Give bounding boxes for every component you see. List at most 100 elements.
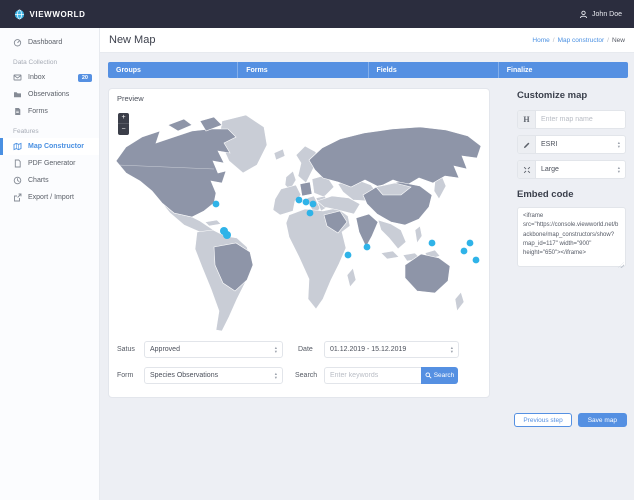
sidebar-item-pdf-generator[interactable]: PDF Generator — [0, 155, 99, 172]
user-icon — [579, 10, 588, 18]
map-icon — [13, 142, 22, 151]
page-icon — [14, 159, 21, 168]
map-size-value: Large — [541, 166, 559, 173]
preview-label: Preview — [117, 94, 144, 103]
embed-code-wrap: <iframe src="https://console.viewworld.n… — [517, 207, 626, 272]
tab-fields[interactable]: Fields — [369, 62, 499, 78]
sidebar-item-label: Export / Import — [28, 194, 74, 201]
sidebar-item-label: Inbox — [28, 74, 46, 81]
date-value: 01.12.2019 - 15.12.2019 — [330, 346, 407, 353]
sidebar-item-label: PDF Generator — [28, 160, 76, 167]
basemap-field: ESRI ▴ ▾ — [517, 135, 626, 154]
folder-icon — [14, 92, 21, 98]
app-root: VIEWWORLD John Doe Dashboard Data Collec… — [0, 0, 634, 500]
dashboard-icon — [13, 39, 22, 47]
breadcrumb: Home / Map constructor / New — [532, 37, 625, 44]
status-label: Satus — [117, 346, 135, 353]
chart-icon — [13, 176, 22, 185]
map-size-select[interactable]: Large ▴ ▾ — [536, 161, 625, 178]
country-indonesia — [380, 250, 400, 260]
search-button[interactable]: Search — [421, 367, 458, 384]
filter-row-form-search: Form Species Observations ▴▾ Search Sear… — [117, 367, 481, 384]
date-label: Date — [298, 346, 313, 353]
map-preview-card: Preview + − Satus Approved ▴ ▾ Date 01.1… — [108, 88, 490, 398]
country-germany — [299, 181, 313, 197]
topbar: VIEWWORLD John Doe — [0, 0, 634, 28]
customize-panel: Customize map H ESRI ▴▾ — [517, 90, 626, 272]
country-greenland — [218, 114, 268, 174]
world-map[interactable] — [110, 103, 488, 337]
step-tabs: Groups Forms Fields Finalize — [108, 62, 628, 78]
stepper-icon: ▴ ▾ — [617, 139, 620, 149]
country-caribbean — [204, 219, 222, 227]
sidebar-section-features: Features — [13, 128, 39, 135]
sidebar-item-forms[interactable]: Forms — [0, 103, 99, 120]
user-menu[interactable]: John Doe — [579, 10, 634, 19]
brand-logo[interactable]: VIEWWORLD — [0, 9, 100, 20]
breadcrumb-current: New — [611, 36, 625, 44]
document-icon — [15, 108, 21, 115]
sidebar-item-label: Charts — [28, 177, 49, 184]
stepper-icon: ▴ ▾ — [617, 164, 620, 174]
stepper-icon: ▴ ▾ — [274, 344, 277, 354]
sidebar-item-charts[interactable]: Charts — [0, 172, 99, 189]
filter-row-status-date: Satus Approved ▴ ▾ Date 01.12.2019 - 15.1… — [117, 341, 481, 358]
heading-icon: H — [518, 111, 536, 128]
inbox-count-badge: 20 — [77, 73, 92, 82]
sidebar-item-export-import[interactable]: Export / Import — [0, 189, 99, 206]
search-button-label: Search — [433, 372, 455, 379]
country-arctic-islands — [167, 118, 193, 132]
form-value: Species Observations — [150, 372, 219, 379]
tab-finalize[interactable]: Finalize — [499, 62, 628, 78]
form-select[interactable]: Species Observations ▴ ▾ — [144, 367, 283, 384]
date-select[interactable]: 01.12.2019 - 15.12.2019 ▴ ▾ — [324, 341, 459, 358]
pencil-icon — [518, 136, 536, 153]
sidebar-item-dashboard[interactable]: Dashboard — [0, 34, 99, 51]
breadcrumb-separator: / — [552, 36, 555, 44]
sidebar-item-label: Forms — [28, 108, 48, 115]
breadcrumb-map-constructor[interactable]: Map constructor — [558, 37, 605, 44]
status-select[interactable]: Approved ▴ ▾ — [144, 341, 283, 358]
sidebar-item-label: Observations — [28, 91, 70, 98]
map-name-input[interactable] — [536, 111, 625, 128]
map-size-field: Large ▴ ▾ — [517, 160, 626, 179]
stepper-icon: ▴ ▾ — [450, 344, 453, 354]
sidebar-item-label: Dashboard — [28, 39, 63, 46]
zoom-in-button[interactable]: + — [118, 113, 129, 124]
sidebar-item-observations[interactable]: Observations — [0, 86, 99, 103]
user-name: John Doe — [592, 10, 622, 18]
country-iceland — [273, 148, 286, 161]
map-filters: Satus Approved ▴ ▾ Date 01.12.2019 - 15.1… — [117, 341, 481, 384]
stepper-icon: ▴ ▾ — [274, 370, 277, 380]
tab-groups[interactable]: Groups — [108, 62, 239, 78]
main-content: Groups Forms Fields Finalize Preview + − — [100, 53, 634, 500]
basemap-select[interactable]: ESRI ▴ ▾ — [536, 136, 625, 153]
tab-forms[interactable]: Forms — [238, 62, 369, 78]
breadcrumb-home[interactable]: Home — [532, 37, 549, 44]
basemap-value: ESRI — [541, 141, 558, 148]
country-new-zealand — [454, 291, 465, 312]
embed-code-title: Embed code — [517, 189, 574, 200]
country-india — [355, 213, 379, 248]
sidebar-section-data-collection: Data Collection — [13, 59, 58, 66]
sidebar-item-label: Map Constructor — [28, 143, 84, 150]
customize-title: Customize map — [517, 90, 588, 101]
globe-icon — [15, 9, 25, 19]
country-madagascar — [346, 267, 357, 288]
previous-step-button[interactable]: Previous step — [514, 413, 572, 427]
search-input[interactable] — [324, 367, 421, 384]
page-header: New Map Home / Map constructor / New — [100, 28, 634, 53]
search-label: Search — [295, 372, 318, 379]
country-russia — [308, 126, 482, 188]
embed-code-textarea[interactable]: <iframe src="https://console.viewworld.n… — [517, 207, 626, 267]
inbox-icon — [13, 74, 22, 81]
brand-name: VIEWWORLD — [29, 9, 86, 19]
sidebar-item-inbox[interactable]: Inbox 20 — [0, 69, 99, 86]
sidebar-item-map-constructor[interactable]: Map Constructor — [0, 138, 99, 155]
page-title: New Map — [109, 34, 156, 46]
save-map-button[interactable]: Save map — [577, 413, 627, 427]
status-value: Approved — [150, 346, 180, 353]
export-icon — [14, 193, 22, 202]
map-name-field: H — [517, 110, 626, 129]
zoom-out-button[interactable]: − — [118, 124, 129, 135]
